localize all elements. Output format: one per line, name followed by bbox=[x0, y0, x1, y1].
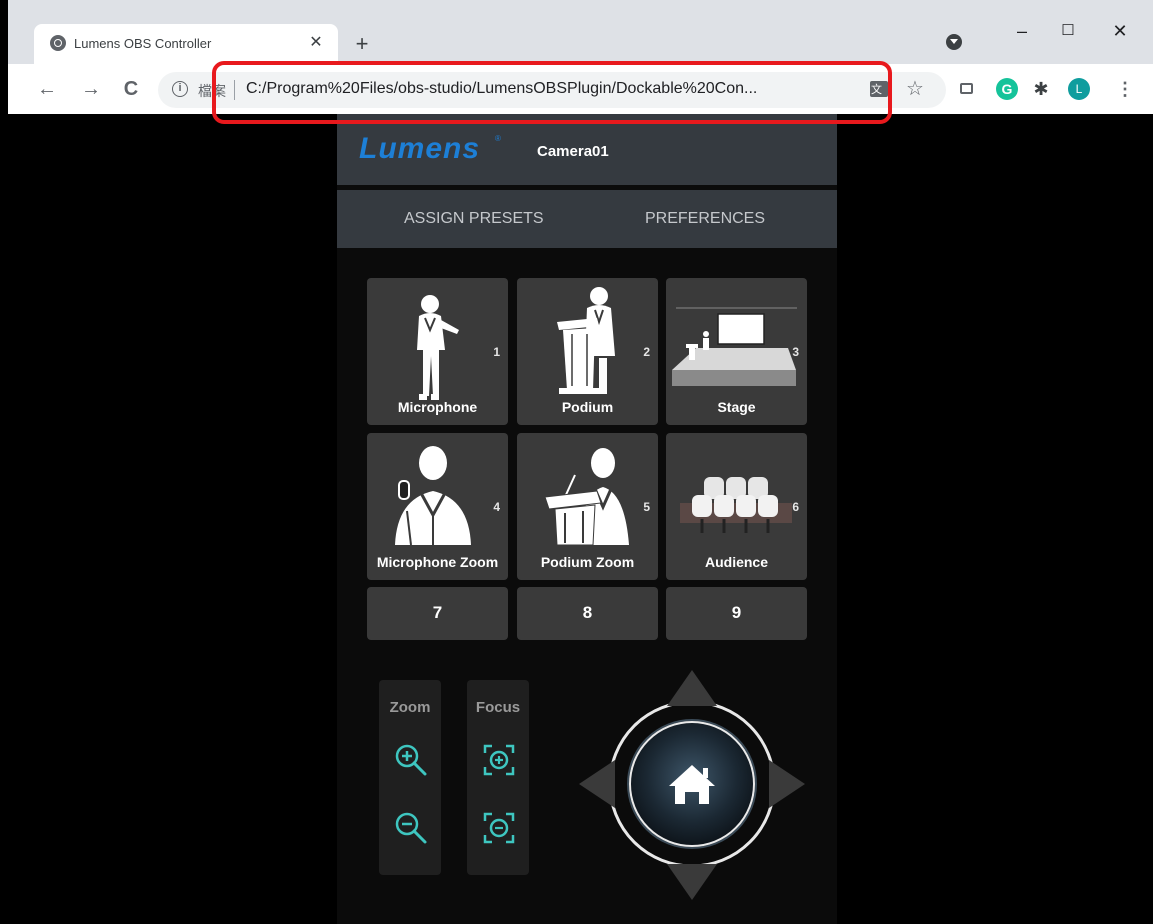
registered-mark: ® bbox=[495, 134, 501, 143]
url-highlight-box bbox=[212, 61, 892, 124]
tab-strip: ASSIGN PRESETS PREFERENCES bbox=[337, 190, 837, 248]
preset-label: Audience bbox=[704, 554, 768, 570]
browser-menu-icon[interactable]: ⋮ bbox=[1114, 78, 1136, 100]
bookmark-star-icon[interactable]: ☆ bbox=[906, 76, 924, 101]
back-button[interactable]: ← bbox=[34, 76, 60, 102]
preset-number: 6 bbox=[792, 500, 799, 514]
forward-button[interactable]: → bbox=[78, 76, 104, 102]
profile-avatar[interactable]: L bbox=[1068, 78, 1090, 100]
preset-button-1[interactable]: 1 Microphone bbox=[367, 278, 508, 425]
tab-close-icon[interactable]: ✕ bbox=[304, 31, 328, 55]
zoom-in-icon[interactable] bbox=[393, 742, 429, 778]
reload-button[interactable]: C bbox=[118, 76, 144, 102]
tab-search-icon[interactable] bbox=[946, 34, 962, 50]
cast-icon[interactable] bbox=[956, 78, 978, 100]
preset-button-6[interactable]: 6 Audience bbox=[666, 433, 807, 580]
preset-number: 9 bbox=[731, 603, 742, 622]
preset-number: 7 bbox=[432, 603, 443, 622]
tab-bar: Lumens OBS Controller ✕ + – ☐ ✕ bbox=[8, 0, 1153, 64]
camera-name: Camera01 bbox=[537, 143, 609, 160]
preset-number: 2 bbox=[643, 345, 650, 359]
controller-panel: Lumens ® Camera01 ASSIGN PRESETS PREFERE… bbox=[337, 114, 837, 924]
focus-label: Focus bbox=[475, 699, 521, 716]
preset-button-3[interactable]: 3 Stage bbox=[666, 278, 807, 425]
preset-number: 3 bbox=[792, 345, 799, 359]
pan-left-arrow-icon[interactable] bbox=[579, 760, 615, 808]
globe-icon bbox=[50, 35, 66, 51]
grammarly-icon[interactable]: G bbox=[996, 78, 1018, 100]
focus-minus-icon[interactable] bbox=[481, 810, 517, 846]
preset-number: 1 bbox=[493, 345, 500, 359]
extensions-icon[interactable]: ✱ bbox=[1030, 78, 1052, 100]
tab-assign-presets[interactable]: ASSIGN PRESETS bbox=[404, 210, 544, 228]
browser-tab[interactable]: Lumens OBS Controller ✕ bbox=[34, 24, 338, 64]
preset-label: Podium Zoom bbox=[540, 554, 635, 570]
info-icon[interactable]: i bbox=[172, 81, 188, 97]
preset-button-4[interactable]: 4 Microphone Zoom bbox=[367, 433, 508, 580]
pan-up-arrow-icon[interactable] bbox=[667, 670, 717, 706]
zoom-control: Zoom bbox=[379, 680, 441, 875]
preset-button-9[interactable]: 9 bbox=[666, 587, 807, 640]
focus-plus-icon[interactable] bbox=[481, 742, 517, 778]
preset-label: Podium bbox=[561, 399, 614, 415]
close-window-button[interactable]: ✕ bbox=[1098, 16, 1142, 46]
preset-number: 5 bbox=[643, 500, 650, 514]
app-header: Lumens ® Camera01 bbox=[337, 114, 837, 185]
pan-down-arrow-icon[interactable] bbox=[667, 864, 717, 900]
preset-button-2[interactable]: 2 Podium bbox=[517, 278, 658, 425]
focus-control: Focus bbox=[467, 680, 529, 875]
preset-button-7[interactable]: 7 bbox=[367, 587, 508, 640]
maximize-button[interactable]: ☐ bbox=[1046, 16, 1090, 46]
page-content: Lumens ® Camera01 ASSIGN PRESETS PREFERE… bbox=[8, 114, 1153, 924]
minimize-button[interactable]: – bbox=[1000, 16, 1044, 46]
preset-label: Microphone Zoom bbox=[376, 554, 499, 570]
pan-right-arrow-icon[interactable] bbox=[769, 760, 805, 808]
preset-label: Stage bbox=[717, 399, 756, 415]
zoom-label: Zoom bbox=[389, 699, 431, 716]
preset-button-8[interactable]: 8 bbox=[517, 587, 658, 640]
tab-title: Lumens OBS Controller bbox=[74, 36, 212, 51]
preset-number: 8 bbox=[582, 603, 593, 622]
lumens-logo: Lumens bbox=[359, 132, 481, 165]
preset-label: Microphone bbox=[397, 399, 478, 415]
new-tab-button[interactable]: + bbox=[348, 30, 376, 58]
preset-number: 4 bbox=[493, 500, 500, 514]
ptz-direction-pad bbox=[579, 670, 805, 900]
preset-button-5[interactable]: 5 Podium Zoom bbox=[517, 433, 658, 580]
zoom-out-icon[interactable] bbox=[393, 810, 429, 846]
tab-preferences[interactable]: PREFERENCES bbox=[645, 210, 765, 228]
window-left-edge bbox=[0, 0, 8, 924]
